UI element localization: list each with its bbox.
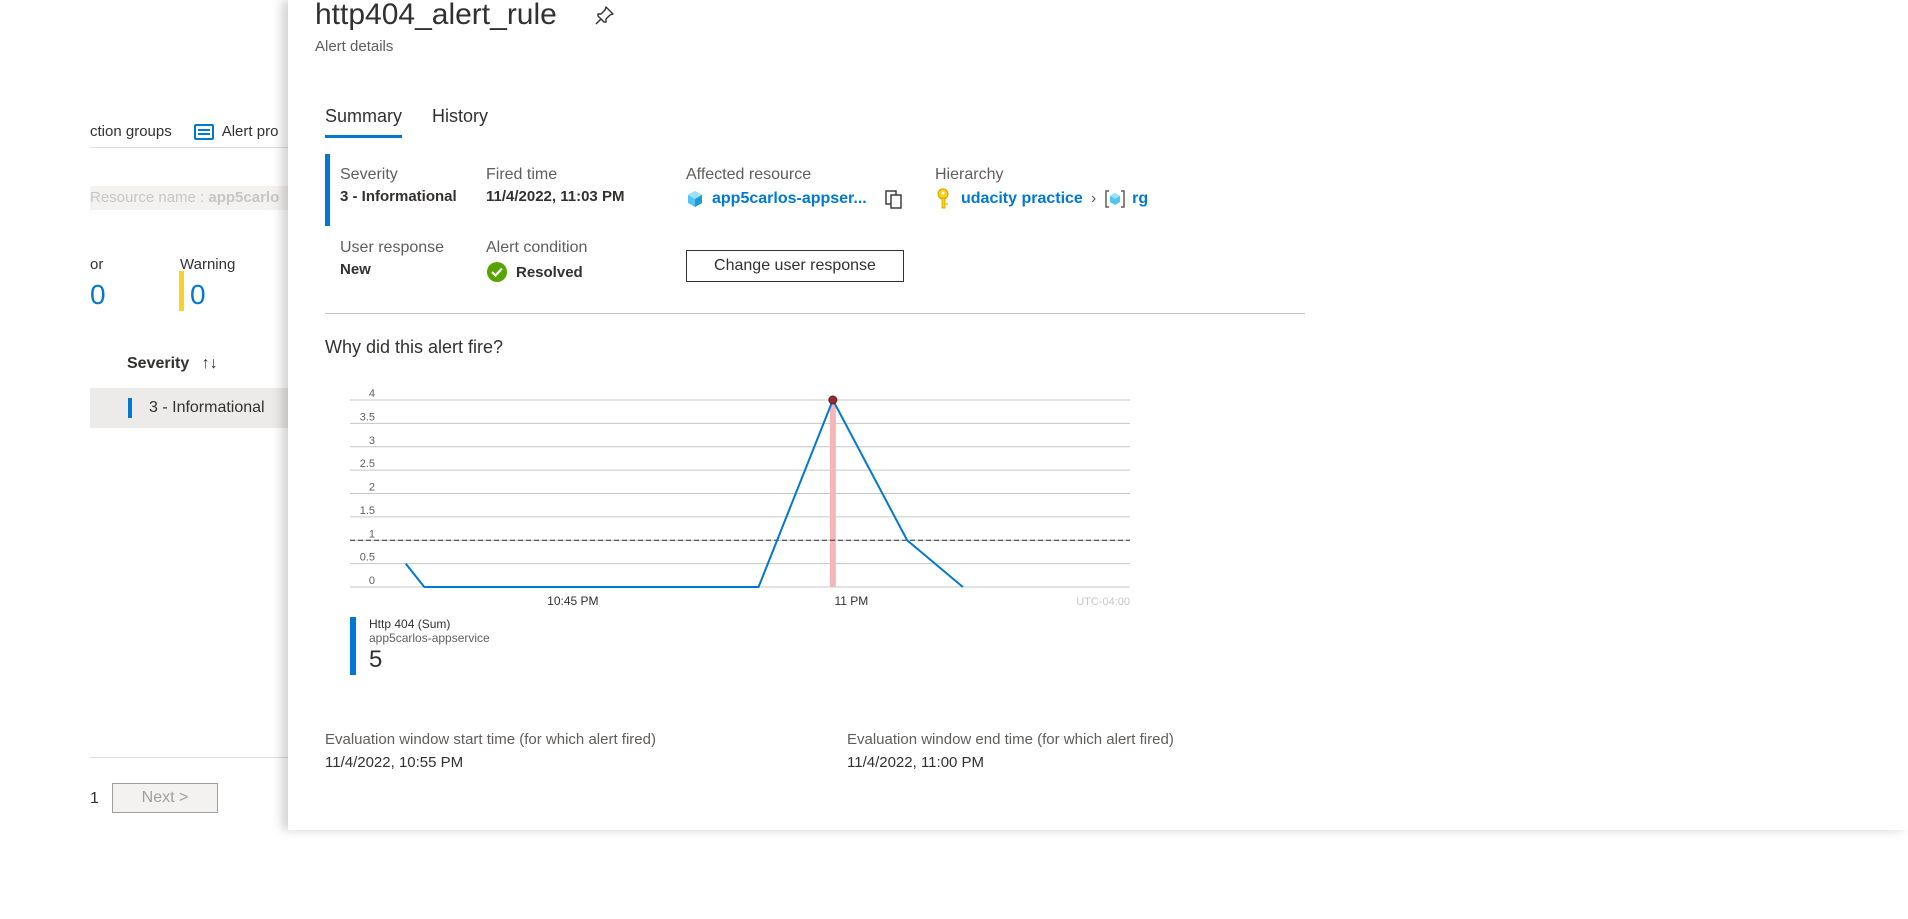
metric-chart-svg: 0 0.5 1 1.5 2 2.5 3 3.5 4 10:45 PM 11 PM UTC-04:00 [350,388,1130,608]
error-stat-value: 0 [90,279,106,310]
page-subtitle: Alert details [315,38,394,55]
chevron-right-icon: › [1090,190,1097,207]
app-service-icon [688,191,702,207]
y-tick-label: 0.5 [360,552,375,564]
evaluation-start-value: 11/4/2022, 10:55 PM [325,754,464,771]
legend-value: 5 [369,646,383,673]
background-alerts-page: ction groups Alert pro Resource name : a… [0,0,300,830]
evaluation-end-label: Evaluation window end time (for which al… [847,731,1174,748]
why-fired-heading: Why did this alert fire? [325,337,504,357]
severity-label: Severity [340,166,398,183]
x-tick-label: 10:45 PM [547,594,598,608]
evaluation-start: Evaluation window start time (for which … [325,731,656,771]
subscription-key-icon [937,188,949,209]
severity-cell: 3 - Informational [149,399,265,416]
resolved-check-icon [487,262,507,282]
action-groups-link[interactable]: ction groups [90,123,172,140]
metric-chart[interactable]: 0 0.5 1 1.5 2 2.5 3 3.5 4 10:45 PM 11 PM UTC-04:00 [325,385,1305,615]
timezone-label: UTC-04:00 [1076,596,1130,608]
tab-bar: Summary History [325,106,488,138]
affected-resource-link[interactable]: app5carlos-appser... [712,190,867,208]
tab-summary[interactable]: Summary [325,106,403,138]
severity-indicator [128,398,132,418]
affected-resource-field: Affected resource app5carlos-appser... [686,166,905,210]
resource-group-icon [1105,190,1125,208]
hierarchy-field: Hierarchy udacity practice › rg [935,166,1148,210]
severity-column-header[interactable]: Severity ↑↓ [127,355,218,373]
y-tick-label: 3 [369,435,375,447]
error-stat[interactable]: or 0 [90,256,106,311]
background-toolbar: ction groups Alert pro [90,116,300,148]
evaluation-start-label: Evaluation window start time (for which … [325,731,656,748]
pin-icon[interactable] [593,5,615,27]
affected-resource-label: Affected resource [686,166,812,183]
y-tick-label: 4 [369,388,375,400]
y-tick-label: 1 [369,528,375,540]
filter-value: app5carlo [208,189,280,206]
severity-value: 3 - Informational [340,188,457,205]
legend-resource-name: app5carlos-appservice [369,631,490,645]
resource-group-link[interactable]: rg [1132,190,1148,208]
user-response-value: New [340,261,371,278]
fired-time-label: Fired time [486,166,558,183]
divider [325,313,1305,314]
filter-prefix: Resource name : [90,189,209,206]
alert-processing-link[interactable]: Alert pro [222,123,279,140]
user-response-field: User response New [340,239,444,278]
alert-condition-field: Alert condition Resolved [486,239,587,283]
fired-marker [829,400,836,587]
error-stat-label: or [90,256,104,273]
chart-legend[interactable]: Http 404 (Sum) app5carlos-appservice 5 [350,617,490,675]
warning-stat-value: 0 [190,279,206,310]
y-tick-label: 1.5 [360,505,375,517]
next-page-button[interactable]: Next > [112,783,218,813]
severity-indicator-bar [325,154,330,226]
copy-icon[interactable] [883,188,905,210]
fired-time-value: 11/4/2022, 11:03 PM [486,188,625,205]
table-row[interactable]: 3 - Informational [90,388,300,428]
y-tick-label: 2 [369,482,375,494]
user-response-label: User response [340,239,445,256]
fired-time-field: Fired time 11/4/2022, 11:03 PM [486,166,624,205]
warning-stat-label: Warning [180,256,236,273]
severity-field: Severity 3 - Informational [340,166,457,205]
sort-updown-icon[interactable]: ↑↓ [202,355,218,372]
page-number[interactable]: 1 [90,790,99,808]
y-tick-label: 0 [369,575,375,587]
tab-history[interactable]: History [432,106,488,138]
page-title: http404_alert_rule [315,0,557,31]
severity-header-label: Severity [127,355,190,372]
alert-processing-icon [193,123,214,140]
y-tick-label: 3.5 [360,411,375,423]
hierarchy-label: Hierarchy [935,166,1004,183]
peak-point [828,395,838,405]
x-tick-label: 11 PM [835,594,869,608]
alert-details-blade: http404_alert_rule Alert details Summary… [288,0,1908,830]
alert-summary: Severity 3 - Informational Fired time 11… [325,154,1305,314]
evaluation-end: Evaluation window end time (for which al… [847,731,1174,771]
y-tick-label: 2.5 [360,458,375,470]
alert-condition-label: Alert condition [486,239,588,256]
legend-metric-name: Http 404 (Sum) [369,617,451,631]
alert-condition-value: Resolved [516,263,583,281]
divider [90,757,300,758]
resource-name-filter[interactable]: Resource name : app5carlo [90,186,300,210]
warning-stat[interactable]: Warning 0 [180,256,235,311]
subscription-link[interactable]: udacity practice [961,190,1083,208]
evaluation-end-value: 11/4/2022, 11:00 PM [847,754,985,771]
change-user-response-button[interactable]: Change user response [686,250,904,282]
